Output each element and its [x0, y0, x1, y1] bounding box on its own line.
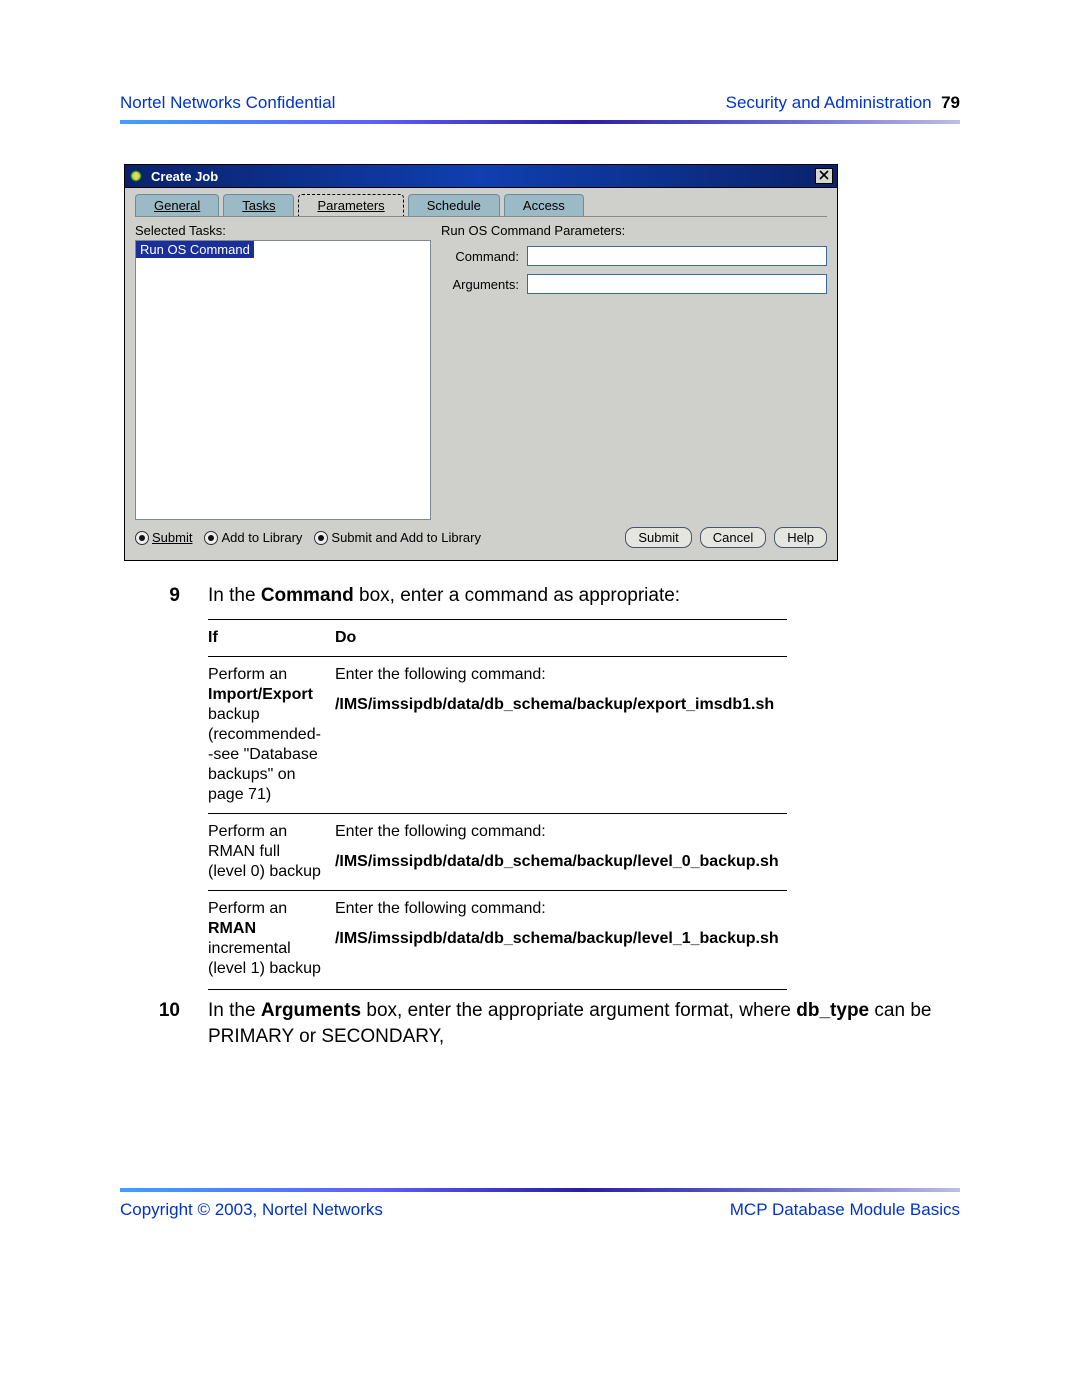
table-header-if: If [208, 620, 335, 657]
command-label: Command: [441, 249, 519, 264]
page-content: Nortel Networks Confidential Security an… [120, 92, 960, 1050]
page-header: Nortel Networks Confidential Security an… [120, 92, 960, 120]
command-input[interactable] [527, 246, 827, 266]
submit-mode-radios: Submit Add to Library Submit and Add to … [135, 530, 481, 545]
command-table: If Do Perform an Import/Export backup (r… [208, 619, 787, 990]
radio-submit-and-add[interactable]: Submit and Add to Library [314, 530, 481, 545]
radio-submit[interactable]: Submit [135, 530, 192, 545]
list-item-run-os-command[interactable]: Run OS Command [136, 241, 254, 258]
command-path: /IMS/imssipdb/data/db_schema/backup/expo… [335, 695, 779, 715]
arguments-input[interactable] [527, 274, 827, 294]
selected-tasks-label: Selected Tasks: [135, 223, 431, 238]
tab-panel-parameters: Selected Tasks: Run OS Command Run OS Co… [135, 216, 827, 552]
step-10: 10 In the Arguments box, enter the appro… [120, 998, 960, 1050]
header-page-number: 79 [941, 93, 960, 112]
step-9: 9 In the Command box, enter a command as… [120, 583, 960, 609]
footer-copyright: Copyright © 2003, Nortel Networks [120, 1200, 383, 1220]
footer-doc-title: MCP Database Module Basics [730, 1200, 960, 1220]
footer-rule [120, 1188, 960, 1192]
help-button[interactable]: Help [774, 527, 827, 548]
close-icon[interactable] [815, 168, 833, 184]
radio-icon [204, 531, 218, 545]
table-row: Perform an RMAN full (level 0) backup En… [208, 814, 787, 891]
header-section: Security and Administration 79 [726, 92, 960, 114]
window-titlebar: Create Job [125, 165, 837, 188]
selected-tasks-list[interactable]: Run OS Command [135, 240, 431, 520]
params-header-label: Run OS Command Parameters: [441, 223, 827, 238]
header-rule [120, 120, 960, 124]
step-text: In the Arguments box, enter the appropri… [208, 998, 960, 1050]
tab-schedule[interactable]: Schedule [408, 194, 500, 216]
arguments-label: Arguments: [441, 277, 519, 292]
step-text: In the Command box, enter a command as a… [208, 583, 960, 609]
cancel-button[interactable]: Cancel [700, 527, 766, 548]
radio-add-to-library[interactable]: Add to Library [204, 530, 302, 545]
tab-parameters[interactable]: Parameters [298, 194, 403, 216]
window-title: Create Job [151, 169, 815, 184]
radio-icon [314, 531, 328, 545]
table-row: Perform an Import/Export backup (recomme… [208, 657, 787, 814]
step-number: 10 [120, 998, 208, 1024]
create-job-window: Create Job General Tasks Parameters Sche… [124, 164, 838, 561]
header-section-link: Security and Administration [726, 93, 932, 112]
step-number: 9 [120, 583, 208, 609]
window-app-icon [129, 169, 145, 183]
table-row: Perform an RMAN incremental (level 1) ba… [208, 891, 787, 990]
command-path: /IMS/imssipdb/data/db_schema/backup/leve… [335, 929, 779, 949]
tab-bar: General Tasks Parameters Schedule Access [135, 194, 827, 216]
tab-general[interactable]: General [135, 194, 219, 216]
header-confidential: Nortel Networks Confidential [120, 92, 335, 114]
tab-access[interactable]: Access [504, 194, 584, 216]
window-body: General Tasks Parameters Schedule Access… [125, 188, 837, 560]
command-path: /IMS/imssipdb/data/db_schema/backup/leve… [335, 852, 779, 872]
radio-icon [135, 531, 149, 545]
table-header-do: Do [335, 620, 787, 657]
submit-button[interactable]: Submit [625, 527, 691, 548]
tab-tasks[interactable]: Tasks [223, 194, 294, 216]
page-footer: Copyright © 2003, Nortel Networks MCP Da… [120, 1188, 960, 1220]
steps-block: 9 In the Command box, enter a command as… [120, 583, 960, 1050]
